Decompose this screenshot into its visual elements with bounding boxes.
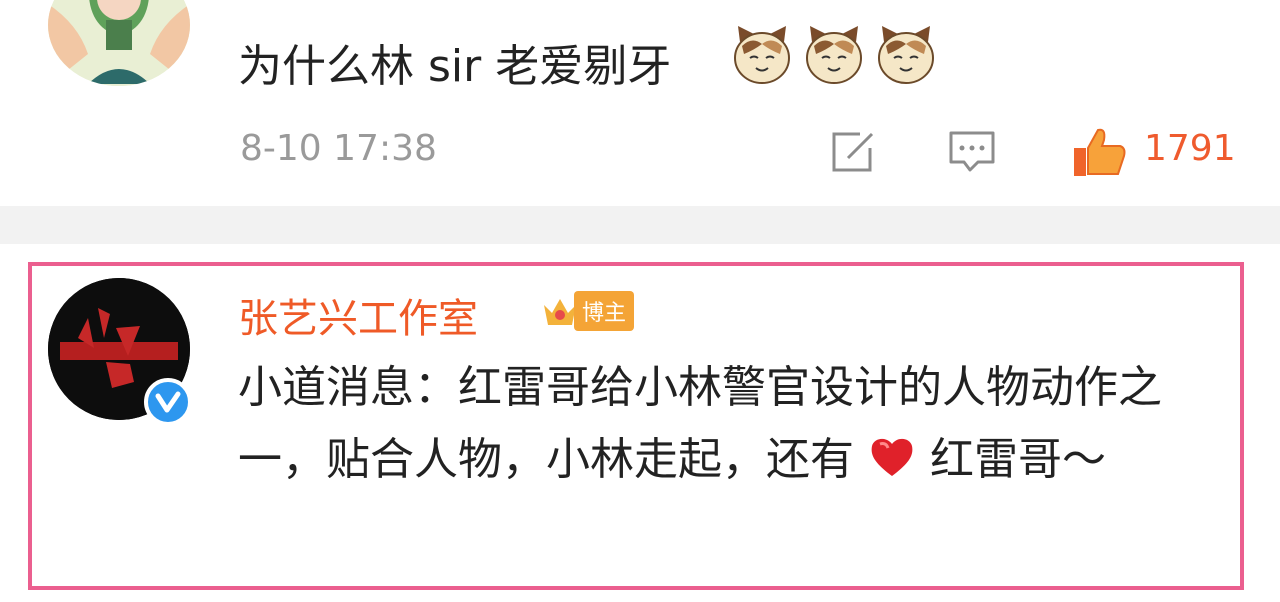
repost-icon[interactable] [830, 130, 876, 174]
comment-icon[interactable] [948, 130, 996, 174]
divider [0, 206, 1280, 244]
badge-label: 博主 [574, 291, 635, 331]
like-count: 1791 [1144, 128, 1236, 169]
verified-badge-icon [144, 378, 192, 426]
heart-icon [871, 438, 913, 476]
emoji-group [732, 24, 936, 86]
cat-emoji-icon [806, 26, 862, 84]
comment-text-part: 红雷哥～ [930, 434, 1106, 485]
comment-text: 为什么林 sir 老爱剔牙 [238, 41, 672, 92]
comment-item: 为什么林 sir 老爱剔牙 8-10 17:38 1791 [0, 0, 1280, 206]
author-name[interactable]: 张艺兴工作室 [238, 286, 478, 344]
comment-time: 8-10 17:38 [240, 128, 437, 169]
user-avatar[interactable] [48, 0, 190, 86]
cat-emoji-icon [878, 26, 934, 84]
comment-text: 小道消息：红雷哥给小林警官设计的人物动作之一，贴合人物，小林走起，还有 红雷哥～ [238, 352, 1238, 496]
like-icon[interactable] [1072, 126, 1128, 178]
author-badge: 博主 [540, 290, 635, 332]
cat-emoji-icon [734, 26, 790, 84]
